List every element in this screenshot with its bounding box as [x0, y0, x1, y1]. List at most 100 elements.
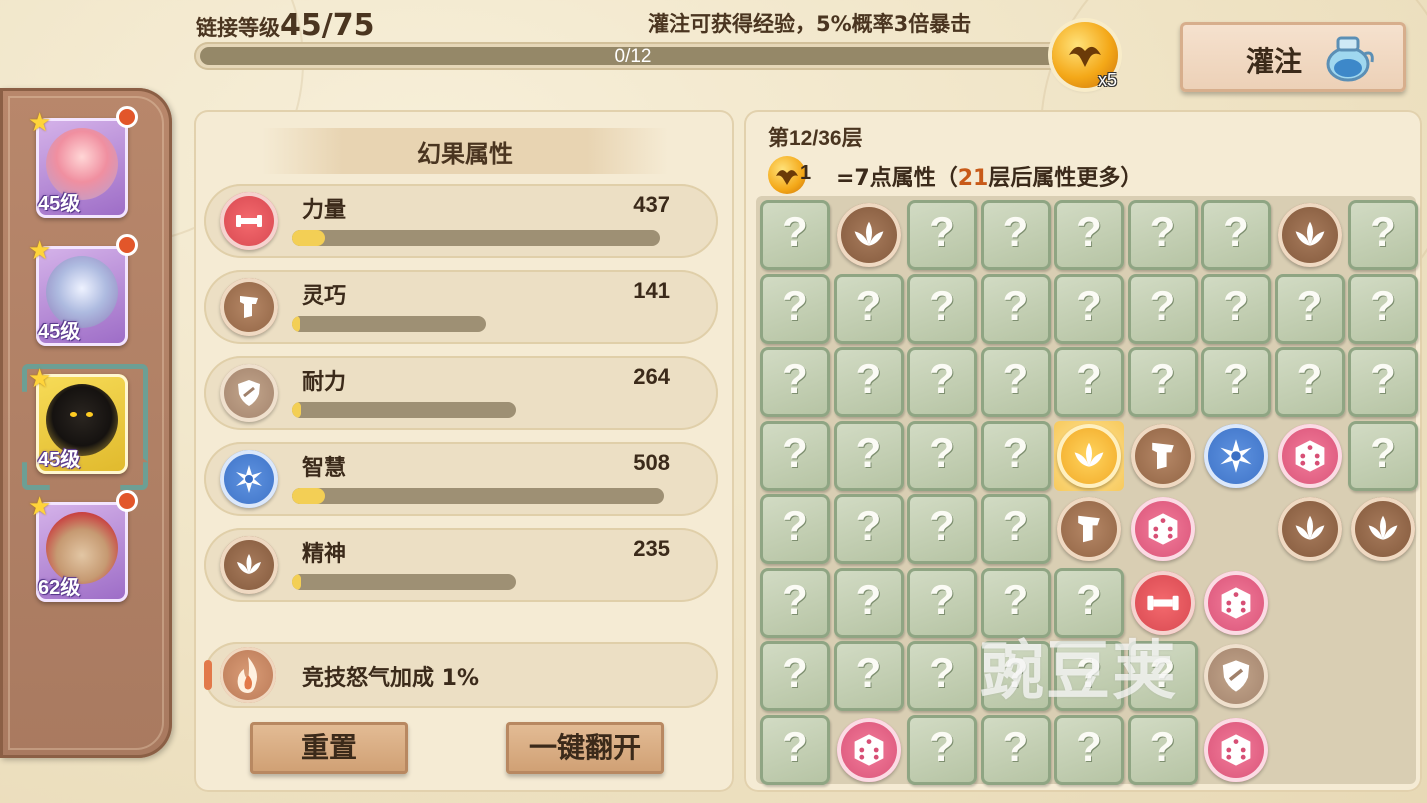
dice-icon: [1130, 497, 1195, 561]
character-level: 45级: [38, 193, 81, 215]
hidden-tile[interactable]: ?: [980, 273, 1051, 344]
bonus-text: 竞技怒气加成 1%: [302, 666, 480, 691]
question-mark: ?: [1002, 502, 1029, 549]
hidden-tile[interactable]: ?: [1348, 347, 1418, 417]
attribute-value: 437: [633, 192, 670, 217]
notification-dot-icon: [116, 234, 138, 256]
attribute-row-stamina: 耐力 264: [204, 356, 718, 430]
hidden-tile[interactable]: ?: [1054, 714, 1124, 785]
empty-tile: [1348, 641, 1418, 711]
question-mark: ?: [1223, 355, 1249, 402]
hidden-tile[interactable]: ?: [1054, 200, 1124, 270]
attributes-title: 幻果属性: [417, 140, 513, 168]
hidden-tile[interactable]: ?: [1054, 347, 1124, 417]
hidden-tile[interactable]: ?: [833, 273, 904, 344]
revealed-tile-wisdom[interactable]: [1201, 421, 1271, 491]
hidden-tile[interactable]: ?: [1201, 200, 1271, 270]
flip-all-button[interactable]: 一键翻开: [506, 722, 664, 774]
hidden-tile[interactable]: ?: [980, 200, 1051, 270]
infuse-button[interactable]: 灌注: [1180, 22, 1406, 92]
hidden-tile[interactable]: ?: [760, 273, 830, 344]
revealed-tile-dice[interactable]: [1201, 568, 1271, 638]
hidden-tile[interactable]: ?: [1127, 200, 1198, 270]
question-mark: ?: [855, 281, 882, 329]
hidden-tile[interactable]: ?: [1127, 714, 1198, 785]
revealed-tile-spirit[interactable]: [834, 200, 904, 270]
hidden-tile[interactable]: ?: [833, 641, 904, 711]
hidden-tile[interactable]: ?: [1201, 273, 1271, 344]
hidden-tile[interactable]: ?: [1127, 347, 1198, 417]
hidden-tile[interactable]: ?: [980, 347, 1051, 417]
revealed-tile-dice[interactable]: [834, 715, 904, 785]
question-mark: ?: [855, 355, 882, 402]
hidden-tile[interactable]: ?: [760, 494, 830, 564]
attribute-row-agility: 灵巧 141: [204, 270, 718, 344]
shield-icon: [1204, 644, 1268, 708]
hidden-tile[interactable]: ?: [907, 200, 977, 270]
revealed-tile-spirit[interactable]: [1275, 494, 1345, 564]
hidden-tile[interactable]: ?: [1348, 273, 1418, 344]
rule-text-prefix: =7点属性（: [836, 166, 958, 191]
revealed-tile-agility[interactable]: [1128, 421, 1198, 491]
hidden-tile[interactable]: ?: [1348, 200, 1418, 270]
wing-boot-icon: [1130, 423, 1195, 488]
character-card-2[interactable]: ★ 45级: [28, 234, 138, 346]
hidden-tile[interactable]: ?: [760, 200, 830, 270]
hidden-tile[interactable]: ?: [760, 567, 830, 638]
hidden-tile[interactable]: ?: [907, 273, 977, 344]
revealed-tile-agility[interactable]: [1054, 494, 1124, 564]
hidden-tile[interactable]: ?: [1127, 273, 1198, 344]
hidden-tile[interactable]: ?: [907, 714, 977, 785]
floor-prefix: 第: [768, 126, 789, 150]
revealed-tile-spirit[interactable]: [1348, 494, 1418, 564]
hidden-tile[interactable]: ?: [907, 420, 977, 491]
hidden-tile[interactable]: ?: [907, 641, 977, 711]
empty-tile: [1275, 568, 1345, 638]
hidden-tile[interactable]: ?: [1274, 273, 1345, 344]
hidden-tile[interactable]: ?: [833, 420, 904, 491]
hidden-tile[interactable]: ?: [833, 347, 904, 417]
hidden-tile[interactable]: ?: [1274, 347, 1345, 417]
character-card-4[interactable]: ★ 62级: [28, 490, 138, 602]
revealed-tile-stamina[interactable]: [1201, 641, 1271, 711]
attribute-progress-fill: [292, 402, 301, 418]
hidden-tile[interactable]: ?: [980, 420, 1051, 491]
revealed-tile-spirit-gold[interactable]: [1054, 420, 1124, 491]
hidden-tile[interactable]: ?: [833, 567, 904, 638]
attribute-progress-fill: [292, 574, 301, 590]
question-mark: ?: [1370, 355, 1396, 402]
revealed-tile-dice[interactable]: [1201, 715, 1271, 785]
hidden-tile[interactable]: ?: [980, 714, 1051, 785]
hidden-tile[interactable]: ?: [760, 714, 830, 785]
hidden-tile[interactable]: ?: [980, 494, 1051, 564]
snowflake-icon: [1204, 423, 1268, 488]
question-mark: ?: [855, 649, 882, 696]
hidden-tile[interactable]: ?: [760, 420, 830, 491]
hidden-tile[interactable]: ?: [907, 567, 977, 638]
hidden-tile[interactable]: ?: [1201, 347, 1271, 417]
empty-tile: [1348, 568, 1418, 638]
rule-text: =7点属性（21层后属性更多）: [836, 160, 1142, 192]
attribute-name: 灵巧: [302, 284, 347, 309]
hidden-tile[interactable]: ?: [907, 494, 977, 564]
revealed-tile-dice[interactable]: [1275, 421, 1345, 491]
hidden-tile[interactable]: ?: [1054, 273, 1124, 344]
hidden-tile[interactable]: ?: [760, 347, 830, 417]
attribute-name: 智慧: [302, 456, 347, 481]
hidden-tile[interactable]: ?: [833, 494, 904, 564]
attribute-progress-bar: [292, 488, 664, 504]
attribute-progress-fill: [292, 488, 326, 504]
question-mark: ?: [1076, 281, 1102, 329]
fruit-count: x5: [1098, 70, 1118, 90]
hidden-tile[interactable]: ?: [1348, 420, 1418, 491]
character-card-3[interactable]: ★ 45级: [22, 364, 148, 490]
hidden-tile[interactable]: ?: [907, 347, 977, 417]
reset-button[interactable]: 重置: [250, 722, 408, 774]
character-card-1[interactable]: ★ 45级: [28, 106, 138, 218]
revealed-tile-spirit[interactable]: [1275, 200, 1345, 270]
hidden-tile[interactable]: ?: [760, 641, 830, 711]
snowflake-icon: [220, 450, 278, 508]
lotus-icon: [1057, 423, 1121, 488]
question-mark: ?: [1076, 722, 1102, 770]
revealed-tile-dice[interactable]: [1128, 494, 1198, 564]
